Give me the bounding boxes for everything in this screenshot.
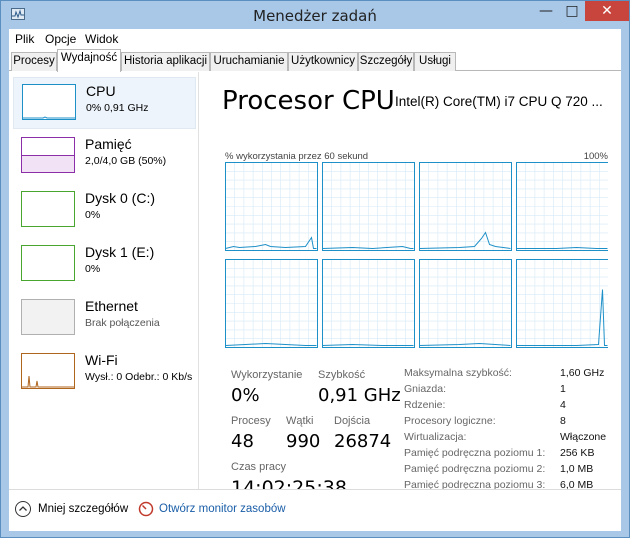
utilization-label: Wykorzystanie [231, 369, 303, 381]
disk-0-thumbnail [21, 191, 75, 227]
tab-startup[interactable]: Uruchamianie [210, 52, 288, 71]
spec-row: Pamięć podręczna poziomu 1: 256 KB [404, 447, 619, 463]
speed-value: 0,91 GHz [318, 385, 401, 406]
cpu-core-graph [322, 162, 415, 251]
cpu-core-graph [322, 259, 415, 348]
cpu-thumbnail [22, 84, 76, 120]
chevron-up-icon [15, 501, 31, 517]
sidebar-item-cpu[interactable]: CPU 0% 0,91 GHz [13, 77, 196, 129]
graph-caption: % wykorzystania przez 60 sekund [225, 151, 369, 162]
footer-bar: Mniej szczegółów Otwórz monitor zasobów [9, 489, 621, 531]
spec-row: Wirtualizacja: Włączone [404, 431, 619, 447]
tab-details[interactable]: Szczegóły [358, 52, 414, 71]
sidebar-item-detail: 0% [85, 209, 101, 221]
resource-monitor-label: Otwórz monitor zasobów [159, 503, 286, 515]
resource-sidebar: CPU 0% 0,91 GHz Pamięć 2,0/4,0 GB (50%) … [9, 72, 199, 489]
sidebar-item-name: Pamięć [85, 136, 132, 152]
handles-value: 26874 [334, 431, 392, 452]
sidebar-item-disk-0[interactable]: Dysk 0 (C:) 0% [13, 185, 196, 237]
tab-performance[interactable]: Wydajność [57, 49, 121, 72]
handles-label: Dojścia [334, 415, 371, 427]
spec-key: Rdzenie: [404, 399, 446, 411]
spec-value: 1,0 MB [560, 463, 594, 475]
processes-label: Procesy [231, 415, 271, 427]
cpu-core-graph [419, 162, 512, 251]
tab-bar: Procesy Wydajność Historia aplikacji Uru… [9, 49, 621, 72]
sidebar-item-name: Dysk 0 (C:) [85, 190, 155, 206]
memory-thumbnail [21, 137, 75, 173]
menu-options[interactable]: Opcje [45, 32, 76, 46]
wifi-thumbnail [21, 353, 75, 389]
cpu-thumbnail-trace [23, 116, 75, 119]
uptime-label: Czas pracy [231, 461, 287, 473]
disk-1-thumbnail [21, 245, 75, 281]
spec-key: Pamięć podręczna poziomu 2: [404, 463, 546, 475]
sidebar-item-name: Ethernet [85, 298, 138, 314]
spec-value: Włączone [560, 431, 607, 443]
fewer-details-label: Mniej szczegółów [38, 503, 129, 515]
spec-row: Procesory logiczne: 8 [404, 415, 619, 431]
spec-value: 4 [560, 399, 566, 411]
sidebar-item-detail: 0% [85, 263, 101, 275]
task-manager-window: Menedżer zadań — □ ✕ Plik Opcje Widok Pr… [0, 0, 630, 538]
cpu-core-graph [225, 162, 318, 251]
speed-label: Szybkość [318, 369, 366, 381]
spec-value: 8 [560, 415, 566, 427]
cpu-core-graph [516, 259, 608, 348]
page-title: Procesor CPU [222, 86, 395, 116]
sidebar-item-ethernet[interactable]: Ethernet Brak połączenia [13, 293, 196, 345]
sidebar-item-disk-1[interactable]: Dysk 1 (E:) 0% [13, 239, 196, 291]
spec-key: Gniazda: [404, 383, 447, 395]
utilization-value: 0% [231, 385, 260, 406]
sidebar-item-memory[interactable]: Pamięć 2,0/4,0 GB (50%) [13, 131, 196, 183]
tab-processes[interactable]: Procesy [11, 52, 57, 71]
sidebar-item-detail: 2,0/4,0 GB (50%) [85, 155, 167, 167]
processes-value: 48 [231, 431, 254, 452]
threads-value: 990 [286, 431, 321, 452]
threads-label: Wątki [286, 415, 314, 427]
sidebar-item-wifi[interactable]: Wi-Fi Wysł.: 0 Odebr.: 0 Kb/s [13, 347, 196, 399]
spec-row: Pamięć podręczna poziomu 2: 1,0 MB [404, 463, 619, 479]
spec-key: Pamięć podręczna poziomu 1: [404, 447, 546, 459]
close-icon[interactable]: ✕ [585, 1, 629, 21]
spec-value: 256 KB [560, 447, 595, 459]
cpu-core-graph [516, 162, 608, 251]
processor-name: Intel(R) Core(TM) i7 CPU Q 720 ... [395, 94, 603, 109]
ethernet-thumbnail [21, 299, 75, 335]
menu-bar: Plik Opcje Widok [9, 29, 621, 49]
sidebar-item-name: Wi-Fi [85, 352, 118, 368]
spec-row: Rdzenie: 4 [404, 399, 619, 415]
sidebar-item-detail: 0% 0,91 GHz [86, 102, 149, 114]
menu-file[interactable]: Plik [15, 32, 34, 46]
title-bar[interactable]: Menedżer zadań — □ ✕ [1, 1, 629, 29]
sidebar-item-detail: Wysł.: 0 Odebr.: 0 Kb/s [85, 371, 193, 383]
spec-row: Maksymalna szybkość: 1,60 GHz [404, 367, 619, 383]
menu-view[interactable]: Widok [85, 32, 118, 46]
tab-services[interactable]: Usługi [414, 52, 456, 71]
sidebar-item-detail: Brak połączenia [85, 317, 160, 329]
graph-max-label: 100% [583, 151, 608, 162]
spec-key: Maksymalna szybkość: [404, 367, 512, 379]
sidebar-item-name: CPU [86, 83, 116, 99]
minimize-icon[interactable]: — [533, 1, 559, 21]
spec-value: 1,60 GHz [560, 367, 605, 379]
spec-value: 1 [560, 383, 566, 395]
cpu-detail-panel: Procesor CPU Intel(R) Core(TM) i7 CPU Q … [204, 72, 621, 499]
cpu-core-graph [225, 259, 318, 348]
spec-row: Gniazda: 1 [404, 383, 619, 399]
maximize-icon[interactable]: □ [559, 1, 585, 21]
logical-processor-graphs [225, 162, 608, 348]
resource-monitor-icon [138, 501, 154, 517]
client-area: Plik Opcje Widok Procesy Wydajność Histo… [9, 29, 621, 531]
cpu-core-graph [419, 259, 512, 348]
sidebar-item-name: Dysk 1 (E:) [85, 244, 155, 260]
spec-key: Procesory logiczne: [404, 415, 496, 427]
tab-users[interactable]: Użytkownicy [288, 52, 358, 71]
spec-key: Wirtualizacja: [404, 431, 467, 443]
tab-app-history[interactable]: Historia aplikacji [121, 52, 210, 71]
